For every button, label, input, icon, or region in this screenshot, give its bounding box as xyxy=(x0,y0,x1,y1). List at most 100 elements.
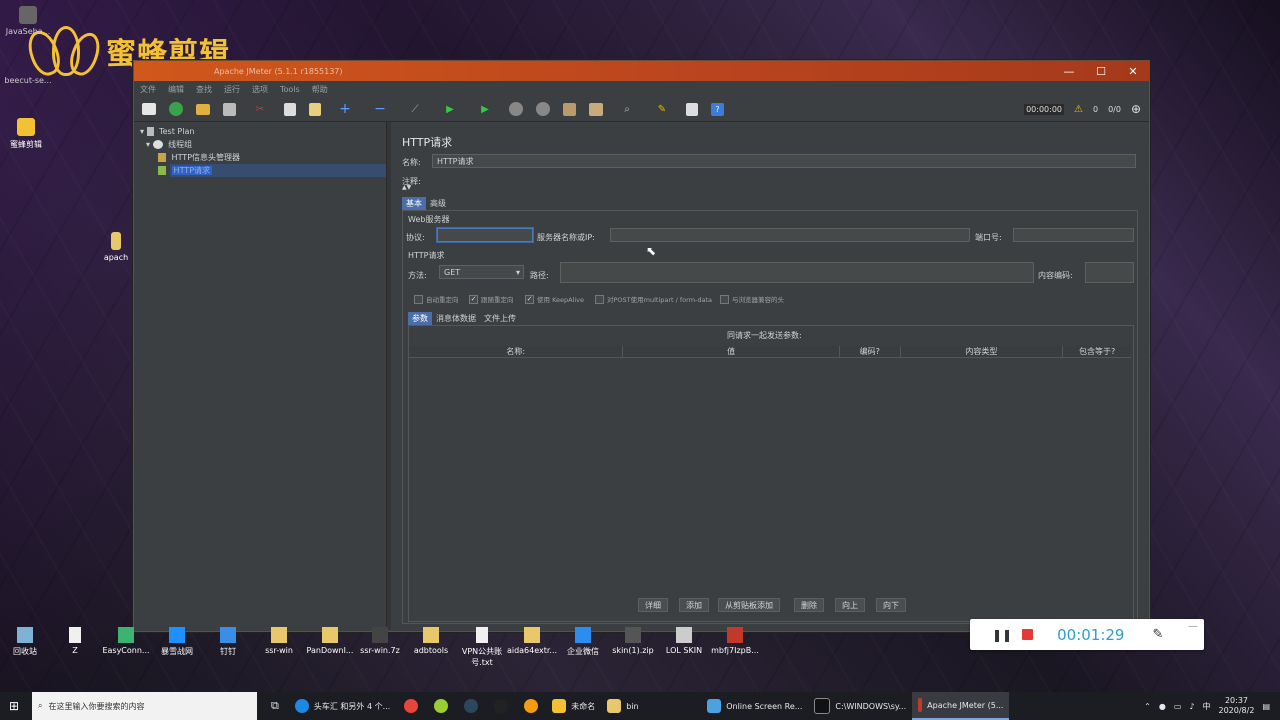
toggle-icon[interactable]: ⟋ xyxy=(404,101,426,117)
steam-icon[interactable] xyxy=(464,699,479,713)
app-icon[interactable] xyxy=(434,699,449,713)
column-name[interactable]: 名称: xyxy=(409,346,624,357)
microphone-icon[interactable]: ● xyxy=(1159,702,1166,711)
move-up-button[interactable]: 向上 xyxy=(835,598,865,612)
tab-advanced[interactable]: 高级 xyxy=(426,197,450,210)
help-icon[interactable]: ? xyxy=(711,102,724,116)
close-button[interactable]: ✕ xyxy=(1117,65,1149,78)
menu-tools[interactable]: Tools xyxy=(280,85,300,94)
search-icon[interactable]: ⌕ xyxy=(616,101,638,117)
maximize-button[interactable]: ☐ xyxy=(1085,65,1117,78)
minimize-icon[interactable]: — xyxy=(1188,621,1198,632)
follow-redirect-checkbox[interactable]: ✓ 跟随重定向 xyxy=(469,294,514,304)
function-helper-icon[interactable] xyxy=(686,102,698,116)
open-icon[interactable] xyxy=(196,103,210,115)
detail-button[interactable]: 详细 xyxy=(638,598,668,612)
shutdown-icon[interactable] xyxy=(536,102,550,116)
new-icon[interactable] xyxy=(142,103,156,115)
recycle-bin-icon xyxy=(17,627,33,643)
port-input[interactable] xyxy=(1013,228,1134,242)
tree-node-header-manager[interactable]: HTTP信息头管理器 xyxy=(134,151,386,164)
ime-indicator[interactable]: 中 xyxy=(1203,701,1211,712)
column-encode[interactable]: 编码? xyxy=(840,346,901,357)
auto-redirect-checkbox[interactable]: 自动重定向 xyxy=(414,294,459,304)
delete-button[interactable]: 删除 xyxy=(794,598,824,612)
collapse-icon[interactable]: − xyxy=(369,101,391,117)
stop-record-icon[interactable] xyxy=(1022,629,1034,640)
split-pane-divider[interactable] xyxy=(387,122,391,630)
encoding-input[interactable] xyxy=(1085,262,1134,283)
menu-search[interactable]: 查找 xyxy=(196,84,212,95)
minimize-button[interactable]: — xyxy=(1053,65,1085,78)
add-from-clipboard-button[interactable]: 从剪贴板添加 xyxy=(718,598,780,612)
network-icon[interactable]: ▭ xyxy=(1174,702,1182,711)
comment-input[interactable] xyxy=(432,173,1136,187)
pen-icon xyxy=(158,166,166,175)
desktop-icon-mbfj[interactable]: mbfj7IzpB... xyxy=(705,627,765,655)
browser-headers-checkbox[interactable]: 与浏览器兼容的头 xyxy=(720,294,784,304)
menu-options[interactable]: 选项 xyxy=(252,84,268,95)
path-input[interactable] xyxy=(560,262,1034,283)
stop-icon[interactable] xyxy=(509,102,523,116)
paste-icon[interactable] xyxy=(309,102,321,116)
pen-icon[interactable]: ✎ xyxy=(1152,627,1163,642)
multipart-checkbox[interactable]: 对POST使用multipart / form-data xyxy=(595,294,712,304)
expand-icon[interactable]: + xyxy=(334,101,356,117)
desktop-icon-beecut-setup[interactable]: beecut-se... xyxy=(0,62,56,85)
cut-icon[interactable]: ✂ xyxy=(249,101,271,117)
task-view-icon[interactable]: ⧉ xyxy=(271,699,279,713)
desktop-icon-javaseba[interactable]: JavaSeba... xyxy=(0,6,56,36)
desktop-icon-beecut[interactable]: 蜜蜂剪辑 xyxy=(0,118,54,150)
start-no-pause-icon[interactable]: ▶ xyxy=(474,101,496,117)
keepalive-checkbox[interactable]: ✓ 使用 KeepAlive xyxy=(525,294,584,304)
taskbar-item-edge[interactable]: 头车汇 和另外 4 个... xyxy=(289,692,396,720)
tab-body-data[interactable]: 消息体数据 xyxy=(432,312,480,325)
menu-run[interactable]: 运行 xyxy=(224,84,240,95)
system-clock[interactable]: 20:37 2020/8/2 xyxy=(1219,696,1255,716)
remote-icon[interactable]: ⊕ xyxy=(1131,102,1141,116)
add-button[interactable]: 添加 xyxy=(679,598,709,612)
volume-icon[interactable]: ♪ xyxy=(1189,702,1194,711)
app-g-icon[interactable] xyxy=(524,699,539,713)
column-content-type[interactable]: 内容类型 xyxy=(901,346,1064,357)
notification-icon[interactable]: ▤ xyxy=(1262,702,1270,711)
save-icon[interactable] xyxy=(223,102,236,116)
window-titlebar[interactable]: Apache JMeter (5.1.1 r1855137) — ☐ ✕ xyxy=(134,61,1149,81)
tree-node-thread-group[interactable]: ▾ 线程组 xyxy=(134,138,386,151)
test-plan-tree: ▾ Test Plan ▾ 线程组 HTTP信息头管理器 HTTP请求 xyxy=(134,122,387,630)
taskbar-item-beecut[interactable]: 未命名 xyxy=(546,692,601,720)
chevron-up-icon[interactable]: ⌃ xyxy=(1144,702,1151,711)
copy-icon[interactable] xyxy=(284,102,296,116)
tab-file-upload[interactable]: 文件上传 xyxy=(480,312,520,325)
name-input[interactable]: HTTP请求 xyxy=(432,154,1136,168)
column-value[interactable]: 值 xyxy=(623,346,840,357)
clear-icon[interactable] xyxy=(563,102,576,116)
move-down-button[interactable]: 向下 xyxy=(876,598,906,612)
warning-icon[interactable]: ⚠ xyxy=(1074,104,1083,115)
reset-search-icon[interactable]: ✎ xyxy=(651,101,673,117)
start-icon[interactable]: ▶ xyxy=(439,101,461,117)
taskbar-item-cmd[interactable]: C:\WINDOWS\sy... xyxy=(808,692,912,720)
menu-edit[interactable]: 编辑 xyxy=(168,84,184,95)
chrome-icon[interactable] xyxy=(404,699,419,713)
qq-icon[interactable] xyxy=(494,699,509,713)
collapse-handle-icon[interactable]: ▲▼ xyxy=(402,184,411,191)
menu-help[interactable]: 帮助 xyxy=(312,84,328,95)
clear-all-icon[interactable] xyxy=(589,102,603,116)
templates-icon[interactable] xyxy=(169,102,183,116)
folder-icon xyxy=(271,627,287,643)
pause-icon[interactable]: ❚❚ xyxy=(992,628,1012,642)
server-input[interactable] xyxy=(610,228,970,242)
tab-basic[interactable]: 基本 xyxy=(402,197,426,210)
taskbar-item-bin-folder[interactable]: bin xyxy=(601,692,701,720)
protocol-input[interactable] xyxy=(437,228,533,242)
taskbar-item-jmeter[interactable]: Apache JMeter (5... xyxy=(912,692,1010,720)
column-include-equals[interactable]: 包含等于? xyxy=(1063,346,1131,357)
taskbar-item-screen-recorder[interactable]: Online Screen Re... xyxy=(701,692,808,720)
windows-start-icon[interactable]: ⊞ xyxy=(9,699,19,713)
method-select[interactable]: GET ▾ xyxy=(439,265,524,279)
tree-node-test-plan[interactable]: ▾ Test Plan xyxy=(134,125,386,138)
taskbar-search-box[interactable]: ⌕ 在这里输入你要搜索的内容 xyxy=(32,692,257,720)
menu-file[interactable]: 文件 xyxy=(140,84,156,95)
tab-parameters[interactable]: 参数 xyxy=(408,312,432,325)
